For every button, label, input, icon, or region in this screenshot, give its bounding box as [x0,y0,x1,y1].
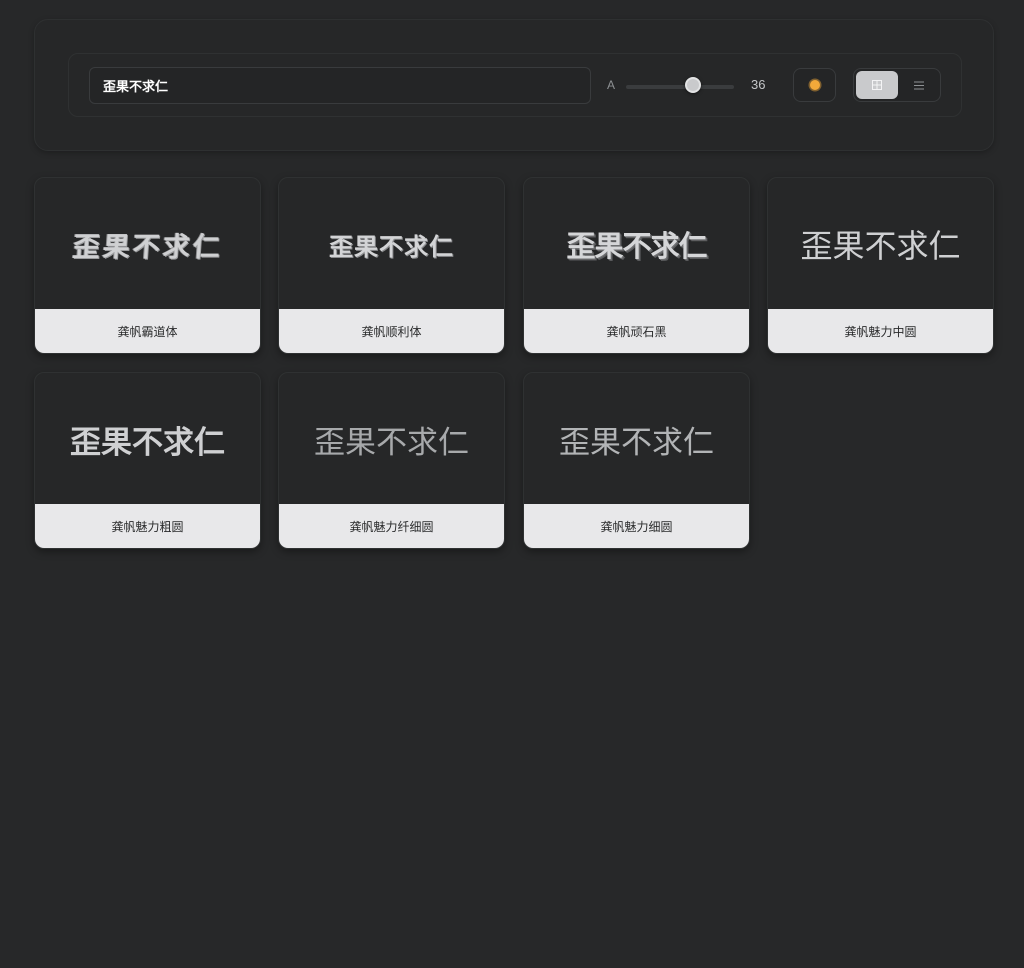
font-name-label: 龚帆霸道体 [35,309,260,353]
font-name-label: 龚帆魅力细圆 [524,504,749,548]
font-name-label: 龚帆魅力粗圆 [35,504,260,548]
font-size-slider-thumb[interactable] [685,77,701,93]
font-card[interactable]: 歪果不求仁 龚帆魅力中圆 [767,177,994,354]
font-size-value: 36 [751,77,766,92]
toolbar: A 36 [68,53,962,117]
font-card[interactable]: 歪果不求仁 龚帆顺利体 [278,177,505,354]
font-card[interactable]: 歪果不求仁 龚帆魅力细圆 [523,372,750,549]
font-name-label: 龚帆魅力中圆 [768,309,993,353]
font-card[interactable]: 歪果不求仁 龚帆霸道体 [34,177,261,354]
font-preview: 歪果不求仁 [329,232,454,261]
font-card[interactable]: 歪果不求仁 龚帆顽石黑 [523,177,750,354]
toolbar-panel: A 36 [34,19,994,151]
font-name-label: 龚帆魅力纤细圆 [279,504,504,548]
font-name-label: 龚帆顺利体 [279,309,504,353]
font-name-label: 龚帆顽石黑 [524,309,749,353]
font-card[interactable]: 歪果不求仁 龚帆魅力粗圆 [34,372,261,549]
font-card[interactable]: 歪果不求仁 龚帆魅力纤细圆 [278,372,505,549]
view-mode-toggle [853,68,941,102]
font-preview: 歪果不求仁 [314,424,469,461]
font-size-label: A [607,78,616,92]
font-preview: 歪果不求仁 [70,424,225,461]
theme-toggle-button[interactable] [793,68,836,102]
preview-text-input[interactable] [89,67,591,104]
font-size-slider[interactable] [626,85,734,89]
font-preview: 歪果不求仁 [566,229,707,263]
font-preview: 歪果不求仁 [800,227,961,265]
list-view-button[interactable] [900,71,938,99]
font-preview: 歪果不求仁 [71,231,224,263]
sun-icon [810,80,820,90]
list-icon [914,81,924,90]
grid-icon [872,80,882,90]
font-preview: 歪果不求仁 [559,424,714,461]
grid-view-button[interactable] [856,71,898,99]
